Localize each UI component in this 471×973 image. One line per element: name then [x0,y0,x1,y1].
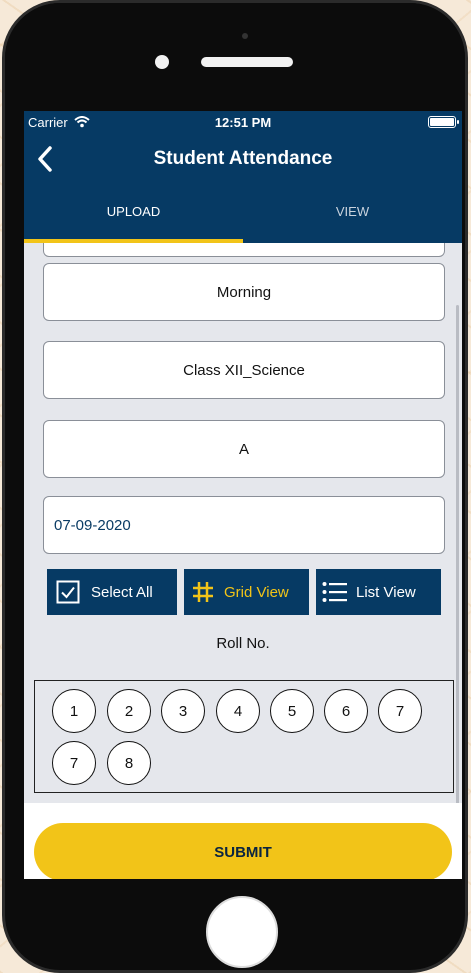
tab-view[interactable]: VIEW [243,185,462,243]
grid-view-label: Grid View [224,583,289,601]
grid-icon [184,580,216,604]
roll-number-grid: 1 2 3 4 5 6 7 7 8 [34,680,454,793]
roll-number-item[interactable]: 3 [161,689,205,733]
roll-number-item[interactable]: 1 [52,689,96,733]
select-all-button[interactable]: Select All [47,569,177,615]
select-all-label: Select All [91,583,153,601]
list-view-button[interactable]: List View [316,569,441,615]
roll-number-item[interactable]: 8 [107,741,151,785]
roll-number-item[interactable]: 7 [52,741,96,785]
home-button[interactable] [206,896,278,968]
chevron-left-icon [38,146,52,172]
list-view-label: List View [356,583,416,601]
front-sensor [242,33,248,39]
partial-field-above[interactable] [43,243,445,257]
roll-number-item[interactable]: 5 [270,689,314,733]
roll-number-item[interactable]: 7 [378,689,422,733]
status-time: 12:51 PM [214,114,272,130]
battery-icon [428,116,459,128]
list-icon [316,581,348,603]
class-field[interactable]: Class XII_Science [43,341,445,399]
navigation-bar: Student Attendance [24,133,462,185]
checkbox-icon [47,580,83,604]
page-title: Student Attendance [153,148,333,169]
earpiece-speaker [201,57,293,67]
grid-view-button[interactable]: Grid View [184,569,309,615]
date-field[interactable]: 07-09-2020 [43,496,445,554]
back-button[interactable] [30,139,60,179]
tab-upload[interactable]: UPLOAD [24,185,243,243]
roll-number-item[interactable]: 6 [324,689,368,733]
app-screen: Carrier 12:51 PM Student Attendance UPLO… [24,111,462,879]
scrollbar[interactable] [456,305,459,803]
phone-top-bezel [5,3,465,113]
tab-bar: UPLOAD VIEW [24,185,462,243]
form-scroll-area[interactable]: Morning Class XII_Science A 07-09-2020 S… [24,243,462,803]
status-bar: Carrier 12:51 PM [24,111,462,133]
session-field[interactable]: Morning [43,263,445,321]
front-camera [155,55,169,69]
bottom-action-area: SUBMIT [24,803,462,879]
submit-button[interactable]: SUBMIT [34,823,452,879]
phone-frame: Carrier 12:51 PM Student Attendance UPLO… [2,0,468,973]
roll-number-item[interactable]: 4 [216,689,260,733]
section-field[interactable]: A [43,420,445,478]
roll-number-item[interactable]: 2 [107,689,151,733]
roll-number-label: Roll No. [216,635,270,652]
